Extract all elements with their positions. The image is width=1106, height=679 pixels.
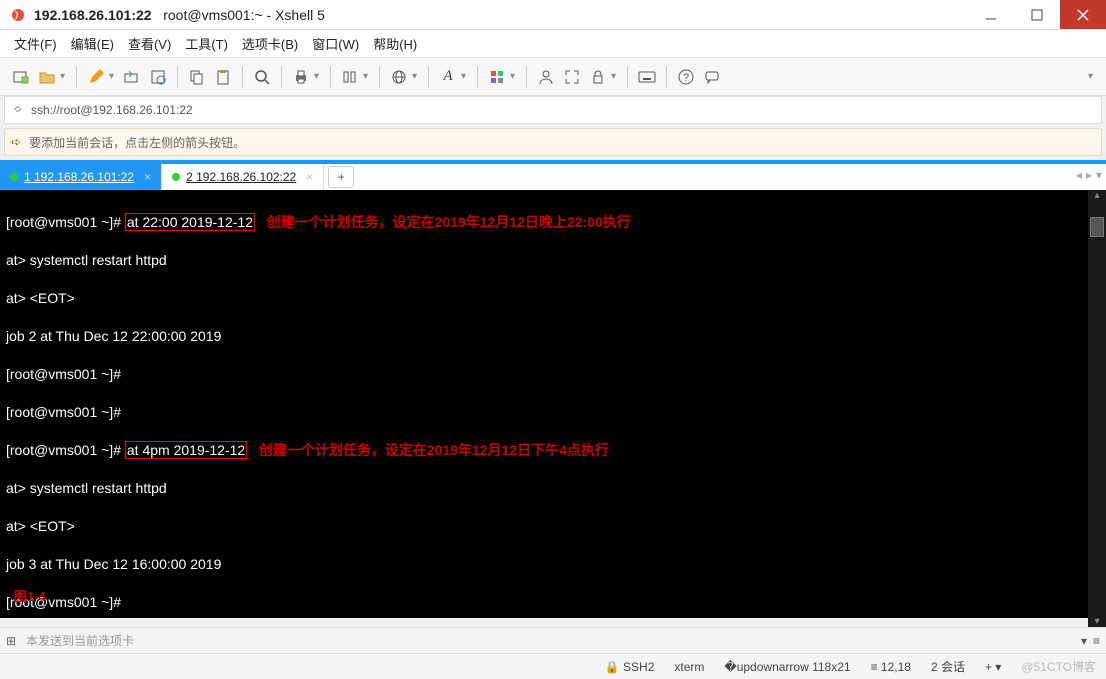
compose-down-icon[interactable]: ▾: [1081, 634, 1087, 648]
title-bar: 192.168.26.101:22 root@vms001:~ - Xshell…: [0, 0, 1106, 30]
font-dropdown-icon[interactable]: ▾: [461, 71, 469, 82]
compose-menu-icon[interactable]: ≡: [1093, 634, 1100, 648]
tab-next-icon[interactable]: ▸: [1086, 168, 1092, 182]
svg-text:?: ?: [683, 72, 689, 84]
palette-dropdown-icon[interactable]: ▾: [510, 71, 518, 82]
watermark: @51CTO博客: [1021, 658, 1096, 675]
close-tab-icon[interactable]: ×: [144, 170, 151, 184]
tab-label: 2 192.168.26.102:22: [186, 170, 296, 184]
highlighted-command: at 22:00 2019-12-12: [125, 213, 255, 231]
arrow-right-icon[interactable]: ➪: [11, 135, 21, 149]
globe-dropdown-icon[interactable]: ▾: [412, 71, 420, 82]
fullscreen-icon[interactable]: [561, 66, 583, 88]
session-tab-1[interactable]: 1 192.168.26.101:22 ×: [0, 164, 162, 190]
print-icon[interactable]: [290, 66, 312, 88]
properties-icon[interactable]: [147, 66, 169, 88]
term-line: [root@vms001 ~]# at 4pm 2019-12-12 创建一个计…: [6, 441, 1100, 460]
highlighted-command: at 4pm 2019-12-12: [125, 441, 247, 459]
term-line: job 2 at Thu Dec 12 22:00:00 2019: [6, 327, 1100, 346]
globe-icon[interactable]: [388, 66, 410, 88]
menu-help[interactable]: 帮助(H): [373, 34, 417, 53]
term-line: [root@vms001 ~]# at 22:00 2019-12-12 创建一…: [6, 213, 1100, 232]
user-icon[interactable]: [535, 66, 557, 88]
add-tab-button[interactable]: +: [328, 166, 354, 188]
font-icon[interactable]: A: [437, 66, 459, 88]
open-icon[interactable]: [36, 66, 58, 88]
term-line: at> <EOT>: [6, 289, 1100, 308]
transfer-icon[interactable]: [121, 66, 143, 88]
tab-menu-icon[interactable]: ▾: [1096, 168, 1102, 182]
minimize-button[interactable]: [968, 0, 1014, 29]
menu-tab[interactable]: 选项卡(B): [242, 34, 298, 53]
term-line: [root@vms001 ~]#: [6, 593, 1100, 612]
menu-tools[interactable]: 工具(T): [185, 34, 228, 53]
compose-bar[interactable]: ⊞ 本发送到当前选项卡 ▾ ≡: [0, 627, 1106, 653]
window-title: 192.168.26.101:22 root@vms001:~ - Xshell…: [34, 7, 968, 23]
term-line: job 3 at Thu Dec 12 16:00:00 2019: [6, 555, 1100, 574]
help-icon[interactable]: ?: [675, 66, 697, 88]
app-icon: [10, 7, 26, 23]
tab-bar: 1 192.168.26.101:22 × 2 192.168.26.102:2…: [0, 160, 1106, 190]
toolbar: ▾ ▾ ▾ ▾ ▾ A▾ ▾ ▾ ? ▾: [0, 58, 1106, 96]
maximize-button[interactable]: [1014, 0, 1060, 29]
toolbar-overflow-icon[interactable]: ▾: [1088, 71, 1096, 82]
annotation: 创建一个计划任务，设定在2019年12月12日晚上22:00执行: [267, 214, 631, 230]
tab-nav: ◂ ▸ ▾: [1076, 168, 1102, 182]
term-line: at> systemctl restart httpd: [6, 251, 1100, 270]
menu-view[interactable]: 查看(V): [128, 34, 171, 53]
new-session-icon[interactable]: [10, 66, 32, 88]
keyboard-icon[interactable]: [636, 66, 658, 88]
scroll-up-icon[interactable]: ▴: [1088, 190, 1106, 201]
open-dropdown-icon[interactable]: ▾: [60, 71, 68, 82]
pencil-icon[interactable]: [85, 66, 107, 88]
annotation: 创建一个计划任务，设定在2019年12月12日下午4点执行: [259, 442, 609, 458]
menu-window[interactable]: 窗口(W): [312, 34, 359, 53]
term-line: [root@vms001 ~]#: [6, 403, 1100, 422]
term-line: [root@vms001 ~]#: [6, 365, 1100, 384]
status-bar: 🔒 SSH2 xterm �updownarrow 118x21 ≡ 12,18…: [0, 653, 1106, 679]
close-tab-icon[interactable]: ×: [306, 170, 313, 184]
status-proto: 🔒 SSH2: [605, 660, 655, 674]
session-tab-2[interactable]: 2 192.168.26.102:22 ×: [162, 164, 324, 190]
terminal[interactable]: [root@vms001 ~]# at 22:00 2019-12-12 创建一…: [0, 190, 1106, 618]
print-dropdown-icon[interactable]: ▾: [314, 71, 322, 82]
status-dot-icon: [172, 173, 180, 181]
status-size: �updownarrow 118x21: [724, 660, 850, 674]
info-text: 要添加当前会话，点击左侧的箭头按钮。: [29, 134, 245, 151]
term-line: at> systemctl restart httpd: [6, 479, 1100, 498]
menu-edit[interactable]: 编辑(E): [71, 34, 114, 53]
expand-icon[interactable]: ⊞: [6, 634, 20, 648]
columns-dropdown-icon[interactable]: ▾: [363, 71, 371, 82]
paste-icon[interactable]: [212, 66, 234, 88]
status-plus-icon[interactable]: + ▾: [985, 660, 1001, 674]
palette-icon[interactable]: [486, 66, 508, 88]
close-button[interactable]: [1060, 0, 1106, 29]
address-bar[interactable]: ssh://root@192.168.26.101:22: [4, 96, 1102, 124]
status-term: xterm: [674, 660, 704, 674]
info-bar: ➪ 要添加当前会话，点击左侧的箭头按钮。: [4, 128, 1102, 156]
link-icon: [11, 102, 25, 119]
chat-icon[interactable]: [701, 66, 723, 88]
compose-placeholder: 本发送到当前选项卡: [26, 632, 134, 649]
status-pos: ≡ 12,18: [871, 660, 911, 674]
lock-dropdown-icon[interactable]: ▾: [611, 71, 619, 82]
scroll-down-icon[interactable]: ▾: [1088, 616, 1106, 627]
tab-prev-icon[interactable]: ◂: [1076, 168, 1082, 182]
figure-label: 图1-4: [14, 586, 46, 605]
status-dot-icon: [10, 173, 18, 181]
copy-icon[interactable]: [186, 66, 208, 88]
term-line: at> <EOT>: [6, 517, 1100, 536]
terminal-scrollbar[interactable]: ▴ ▾: [1088, 190, 1106, 627]
scroll-thumb[interactable]: [1090, 217, 1104, 237]
pencil-dropdown-icon[interactable]: ▾: [109, 71, 117, 82]
search-icon[interactable]: [251, 66, 273, 88]
columns-icon[interactable]: [339, 66, 361, 88]
menu-bar: 文件(F) 编辑(E) 查看(V) 工具(T) 选项卡(B) 窗口(W) 帮助(…: [0, 30, 1106, 58]
terminal-wrap: [root@vms001 ~]# at 22:00 2019-12-12 创建一…: [0, 190, 1106, 627]
status-sessions: 2 会话: [931, 658, 965, 675]
address-text: ssh://root@192.168.26.101:22: [31, 103, 193, 117]
tab-label: 1 192.168.26.101:22: [24, 170, 134, 184]
menu-file[interactable]: 文件(F): [14, 34, 57, 53]
lock-icon[interactable]: [587, 66, 609, 88]
